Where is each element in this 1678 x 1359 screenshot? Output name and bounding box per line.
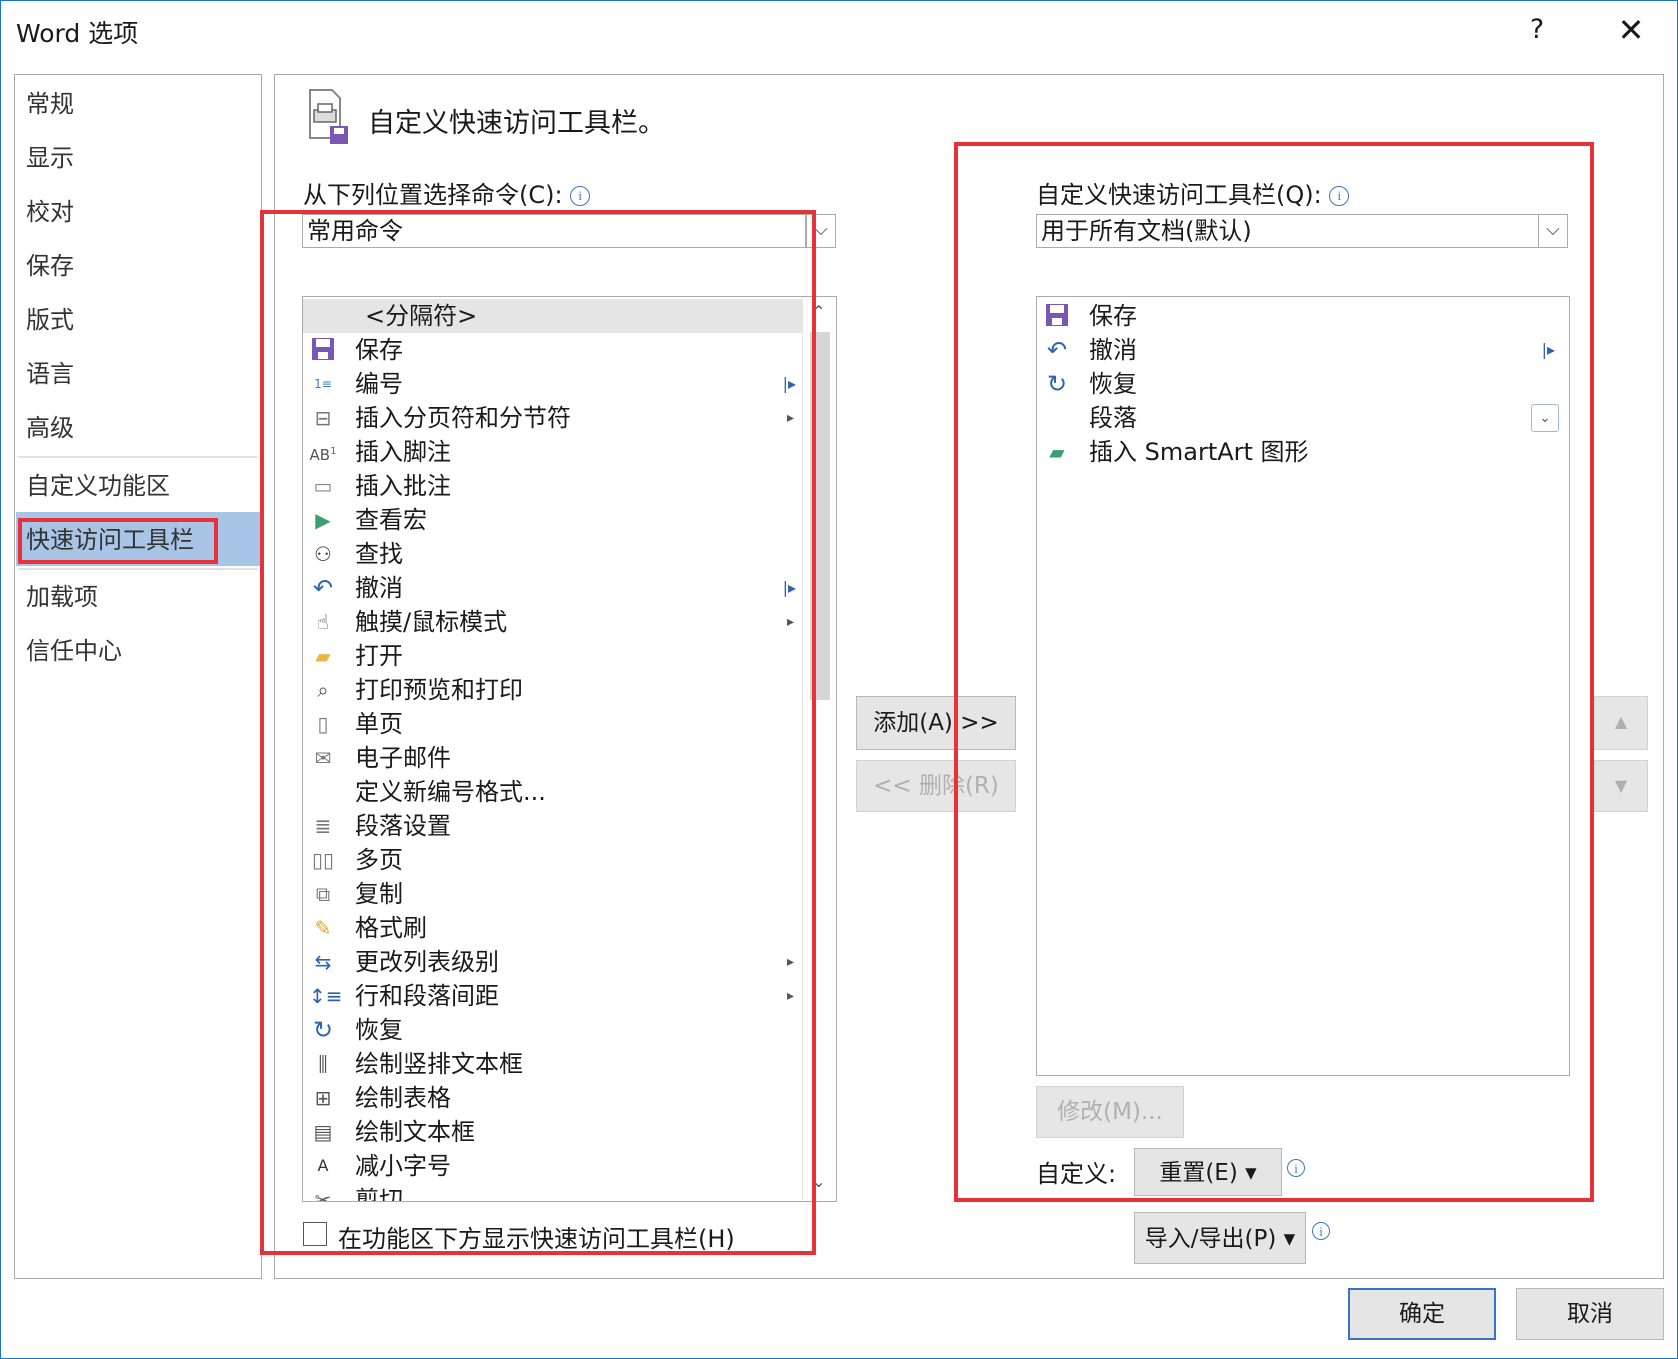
nav-item-layout[interactable]: 版式: [26, 300, 74, 340]
nav-item-trust-center[interactable]: 信任中心: [26, 631, 122, 671]
move-down-button[interactable]: ▼: [1594, 760, 1648, 812]
info-icon[interactable]: i: [1312, 1222, 1330, 1240]
left-commands-label: 从下列位置选择命令(C): i: [303, 175, 591, 210]
right-column-red-outline: [954, 142, 1594, 1202]
left-column-red-outline: [260, 210, 816, 1255]
info-icon[interactable]: i: [570, 186, 591, 206]
quick-access-toolbar-icon: [306, 88, 350, 146]
close-button[interactable]: ✕: [1614, 8, 1648, 52]
nav-item-advanced[interactable]: 高级: [26, 408, 74, 448]
nav-item-general[interactable]: 常规: [26, 84, 74, 124]
window-title: Word 选项: [16, 19, 139, 48]
nav-item-proofing[interactable]: 校对: [26, 192, 74, 232]
nav-item-language[interactable]: 语言: [26, 354, 74, 394]
page-title: 自定义快速访问工具栏。: [368, 108, 665, 139]
nav-item-display[interactable]: 显示: [26, 138, 74, 178]
cancel-button[interactable]: 取消: [1516, 1288, 1664, 1340]
move-up-button[interactable]: ▲: [1594, 696, 1648, 750]
import-export-button[interactable]: 导入/导出(P) ▾: [1134, 1212, 1306, 1264]
nav-divider: [18, 456, 258, 458]
ok-button[interactable]: 确定: [1348, 1288, 1496, 1340]
nav-item-addins[interactable]: 加载项: [26, 577, 98, 617]
nav-item-customize-ribbon[interactable]: 自定义功能区: [26, 466, 170, 506]
nav-divider: [18, 568, 258, 570]
nav-selected-red-outline: [18, 518, 218, 564]
help-button[interactable]: ?: [1522, 10, 1552, 50]
nav-item-save[interactable]: 保存: [26, 246, 74, 286]
